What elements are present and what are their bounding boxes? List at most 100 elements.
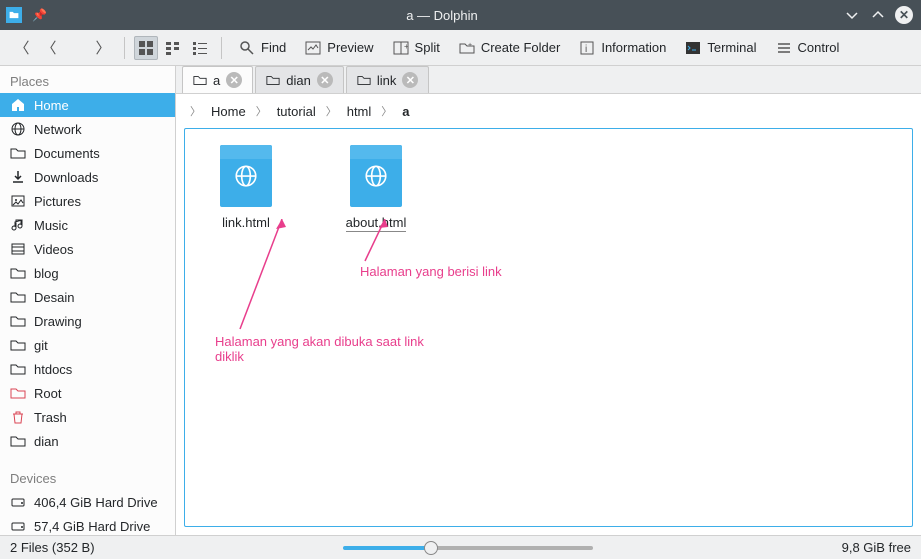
sidebar-item-desain[interactable]: Desain <box>0 285 175 309</box>
breadcrumb-item[interactable]: tutorial <box>273 102 320 121</box>
sidebar-item-label: Documents <box>34 146 100 161</box>
html-file-icon <box>220 145 272 207</box>
folder-icon <box>10 313 26 329</box>
sidebar-item-trash[interactable]: Trash <box>0 405 175 429</box>
breadcrumb-item[interactable]: html <box>343 102 376 121</box>
minimize-button[interactable] <box>841 4 863 26</box>
file-item[interactable]: link.html <box>201 145 291 230</box>
trash-icon <box>10 409 26 425</box>
sidebar-item-label: Root <box>34 386 61 401</box>
view-details-button[interactable] <box>188 36 212 60</box>
toolbar: 〈 〈 〉 Find Preview +Split +Create Folder… <box>0 30 921 66</box>
sidebar-item-label: Drawing <box>34 314 82 329</box>
sidebar-item-dian[interactable]: dian <box>0 429 175 453</box>
sidebar-item-documents[interactable]: Documents <box>0 141 175 165</box>
folder-icon <box>10 385 26 401</box>
split-button[interactable]: +Split <box>385 36 448 60</box>
sidebar-item-label: dian <box>34 434 59 449</box>
sidebar-item-label: 57,4 GiB Hard Drive <box>34 519 150 534</box>
create-folder-button[interactable]: +Create Folder <box>451 36 568 60</box>
view-icons-button[interactable] <box>134 36 158 60</box>
folder-icon <box>10 289 26 305</box>
home-icon <box>10 97 26 113</box>
folder-icon <box>357 73 371 87</box>
sidebar-item-drawing[interactable]: Drawing <box>0 309 175 333</box>
svg-text:i: i <box>585 44 587 55</box>
music-icon <box>10 217 26 233</box>
status-summary: 2 Files (352 B) <box>10 540 95 555</box>
folder-icon <box>10 265 26 281</box>
sidebar-item-music[interactable]: Music <box>0 213 175 237</box>
breadcrumb: 〉Home〉tutorial〉html〉a <box>176 94 921 128</box>
tab-label: dian <box>286 73 311 88</box>
information-label: Information <box>601 40 666 55</box>
sidebar-item-git[interactable]: git <box>0 333 175 357</box>
folder-icon <box>266 73 280 87</box>
sidebar-item-htdocs[interactable]: htdocs <box>0 357 175 381</box>
control-button[interactable]: Control <box>768 36 848 60</box>
sidebar-item-label: Trash <box>34 410 67 425</box>
breadcrumb-item[interactable]: Home <box>207 102 250 121</box>
preview-button[interactable]: Preview <box>297 36 381 60</box>
drive-icon <box>10 494 26 510</box>
free-space: 9,8 GiB free <box>842 540 911 555</box>
window-title: a — Dolphin <box>47 8 837 23</box>
sidebar-item-label: Home <box>34 98 69 113</box>
folder-icon <box>10 433 26 449</box>
view-compact-button[interactable] <box>161 36 185 60</box>
breadcrumb-item[interactable]: a <box>398 102 413 121</box>
tab-close-button[interactable]: ✕ <box>402 72 418 88</box>
network-icon <box>10 121 26 137</box>
file-label: link.html <box>222 215 270 230</box>
folder-icon <box>193 73 207 87</box>
nav-up-button[interactable]: 〈 <box>37 37 61 58</box>
html-file-icon <box>350 145 402 207</box>
sidebar-item-label: blog <box>34 266 59 281</box>
tab-dian[interactable]: dian ✕ <box>255 66 344 93</box>
tab-close-button[interactable]: ✕ <box>226 72 242 88</box>
nav-forward-button[interactable]: 〉 <box>91 37 115 58</box>
chevron-right-icon: 〉 <box>326 103 337 119</box>
information-button[interactable]: i Information <box>571 36 674 60</box>
sidebar-item-downloads[interactable]: Downloads <box>0 165 175 189</box>
split-label: Split <box>415 40 440 55</box>
pin-icon[interactable]: 📌 <box>32 8 47 22</box>
sidebar-item-videos[interactable]: Videos <box>0 237 175 261</box>
sidebar-item-label: git <box>34 338 48 353</box>
file-label: about.html <box>346 215 407 232</box>
chevron-right-icon: 〉 <box>381 103 392 119</box>
statusbar: 2 Files (352 B) 9,8 GiB free <box>0 535 921 559</box>
find-button[interactable]: Find <box>231 36 294 60</box>
file-item[interactable]: about.html <box>331 145 421 232</box>
tab-a[interactable]: a✕ <box>182 66 253 93</box>
sidebar-item-label: Videos <box>34 242 74 257</box>
annotation-left: Halaman yang akan dibuka saat link dikli… <box>215 334 435 364</box>
sidebar-item-label: 406,4 GiB Hard Drive <box>34 495 158 510</box>
places-header: Places <box>0 66 175 93</box>
tab-link[interactable]: link✕ <box>346 66 430 93</box>
sidebar-item-home[interactable]: Home <box>0 93 175 117</box>
close-button[interactable]: ✕ <box>893 4 915 26</box>
app-icon <box>6 7 22 23</box>
annotation-right: Halaman yang berisi link <box>360 264 502 279</box>
zoom-slider[interactable] <box>105 546 832 550</box>
sidebar-item-label: Network <box>34 122 82 137</box>
tab-label: a <box>213 73 220 88</box>
control-label: Control <box>798 40 840 55</box>
drive-icon <box>10 518 26 534</box>
sidebar-item-root[interactable]: Root <box>0 381 175 405</box>
maximize-button[interactable] <box>867 4 889 26</box>
sidebar-item-label: Pictures <box>34 194 81 209</box>
sidebar-item-blog[interactable]: blog <box>0 261 175 285</box>
file-view[interactable]: link.html about.html Halaman yang akan di… <box>184 128 913 527</box>
sidebar-item-network[interactable]: Network <box>0 117 175 141</box>
sidebar-device[interactable]: 57,4 GiB Hard Drive <box>0 514 175 535</box>
nav-back-button[interactable]: 〈 <box>10 37 34 58</box>
video-icon <box>10 241 26 257</box>
sidebar-device[interactable]: 406,4 GiB Hard Drive <box>0 490 175 514</box>
sidebar-item-pictures[interactable]: Pictures <box>0 189 175 213</box>
tab-close-button[interactable]: ✕ <box>317 72 333 88</box>
devices-header: Devices <box>0 463 175 490</box>
download-icon <box>10 169 26 185</box>
terminal-button[interactable]: Terminal <box>677 36 764 60</box>
